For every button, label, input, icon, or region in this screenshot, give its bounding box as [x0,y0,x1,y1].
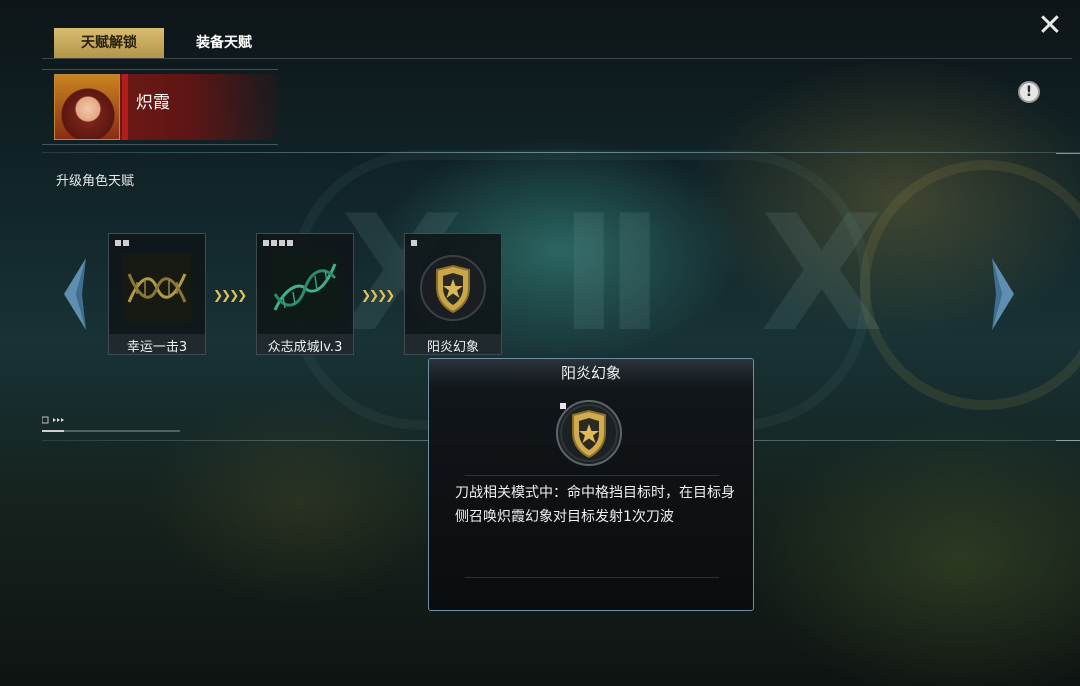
page-indicator-icon [42,416,64,424]
section-edge-tick [1056,440,1080,441]
character-avatar [54,74,120,140]
character-divider-top [42,69,278,70]
talent-label: 众志成城lv.3 [267,340,343,355]
dna-helix-green-icon [271,254,339,322]
character-accent-bar [122,74,128,140]
section-divider-top [42,152,1080,153]
chevron-left-icon[interactable] [60,258,88,330]
shield-star-icon [420,255,486,321]
scroll-thumb[interactable] [42,430,64,432]
talent-level-pips [263,240,293,246]
tooltip-divider [465,577,719,578]
talent-label: 幸运一击3 [126,340,188,355]
tab-talent-unlock[interactable]: 天赋解锁 [54,28,164,58]
talent-tooltip: 阳炎幻象 刀战相关模式中：命中格挡目标时，在目标身侧召唤炽霞幻象对目标发射1次刀… [428,358,754,611]
chain-arrow-icon: ❯❯❯❯ [361,288,395,302]
tooltip-description: 刀战相关模式中：命中格挡目标时，在目标身侧召唤炽霞幻象对目标发射1次刀波 [455,485,735,525]
talent-node-lucky-strike[interactable]: 幸运一击3 [108,233,206,355]
header-divider [42,58,1072,59]
talent-label: 阳炎幻象 [426,340,479,355]
close-icon[interactable]: ✕ [1036,11,1064,41]
chain-arrow-icon: ❯❯❯❯ [213,288,247,302]
shield-star-icon [556,400,622,466]
talent-node-united-fortress[interactable]: 众志成城lv.3 [256,233,354,355]
talent-level-pips [411,240,417,246]
talent-level-pips [115,240,129,246]
info-icon[interactable]: ! [1018,81,1040,103]
tooltip-level-pip [560,403,566,409]
talent-node-solar-phantom[interactable]: 阳炎幻象 [404,233,502,355]
character-divider-bottom [42,144,278,145]
chevron-right-icon[interactable] [990,258,1018,330]
tooltip-title: 阳炎幻象 [429,359,753,387]
tooltip-divider [465,475,719,476]
tab-equip-talent[interactable]: 装备天赋 [172,28,276,58]
dna-helix-gold-icon [123,254,191,322]
character-name: 炽霞 [136,93,170,113]
section-title: 升级角色天赋 [56,174,135,189]
section-edge-tick [1056,153,1080,154]
